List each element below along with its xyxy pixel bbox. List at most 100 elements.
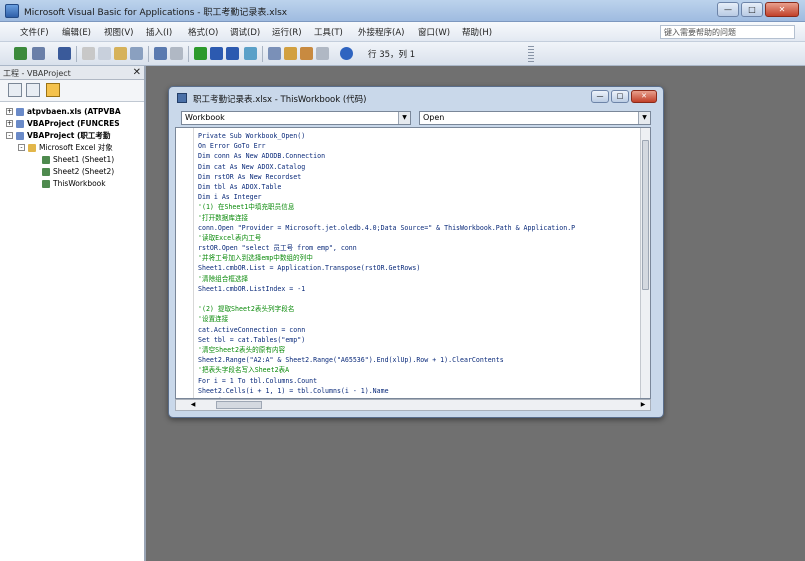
code-line[interactable]: Sheet2.Range("A2:A" & Sheet2.Range("A655… <box>198 355 646 365</box>
code-line[interactable]: Dim rstOR As New Recordset <box>198 172 646 182</box>
vba-project-icon <box>16 132 24 140</box>
code-line[interactable]: Sheet2.Cells(i + 1, 1) = tbl.Columns(i -… <box>198 386 646 396</box>
expand-icon[interactable]: + <box>6 108 13 115</box>
menu-format[interactable]: 格式(O) <box>188 26 218 38</box>
tree-item-sheet1[interactable]: Sheet1 (Sheet1) <box>0 154 144 166</box>
tree-item-workbook-project[interactable]: - VBAProject (职工考勤 <box>0 130 144 142</box>
code-margin[interactable] <box>176 128 194 398</box>
code-line[interactable]: Set tbl = cat.Tables("emp") <box>198 335 646 345</box>
project-panel-toolbar <box>0 80 144 102</box>
menu-view[interactable]: 视图(V) <box>104 26 133 38</box>
excel-view-icon[interactable] <box>14 47 27 60</box>
run-icon[interactable] <box>194 47 207 60</box>
dropdown-arrow-icon[interactable]: ▼ <box>638 112 650 124</box>
code-line[interactable]: Private Sub Workbook_Open() <box>198 131 646 141</box>
undo-icon[interactable] <box>154 47 167 60</box>
paste-icon[interactable] <box>114 47 127 60</box>
project-explorer-icon[interactable] <box>268 47 281 60</box>
code-line[interactable]: rstOR.Open "select 员工号 from emp", conn <box>198 243 646 253</box>
horizontal-scroll-thumb[interactable] <box>216 401 262 409</box>
code-line[interactable]: Sheet1.cmbOR.List = Application.Transpos… <box>198 263 646 273</box>
menu-debug[interactable]: 调试(D) <box>230 26 260 38</box>
collapse-icon[interactable]: - <box>18 144 25 151</box>
code-line[interactable]: For i = 1 To tbl.Columns.Count <box>198 376 646 386</box>
maximize-button[interactable]: □ <box>741 2 763 17</box>
expand-icon[interactable]: + <box>6 120 13 127</box>
code-window-title-bar[interactable]: 职工考勤记录表.xlsx - ThisWorkbook (代码) — □ ✕ <box>169 87 663 109</box>
vertical-scrollbar[interactable] <box>640 128 650 398</box>
menu-run[interactable]: 运行(R) <box>272 26 302 38</box>
code-line[interactable]: Dim tbl As ADOX.Table <box>198 182 646 192</box>
insert-module-icon[interactable] <box>32 47 45 60</box>
help-icon[interactable] <box>340 47 353 60</box>
object-dropdown[interactable]: Workbook ▼ <box>181 111 411 125</box>
menu-edit[interactable]: 编辑(E) <box>62 26 91 38</box>
code-line[interactable]: '清除组合框选择 <box>198 274 646 284</box>
reset-icon[interactable] <box>226 47 239 60</box>
save-icon[interactable] <box>58 47 71 60</box>
copy-icon[interactable] <box>98 47 111 60</box>
minimize-button[interactable]: — <box>717 2 739 17</box>
project-panel-close-button[interactable]: ✕ <box>133 67 141 78</box>
code-line[interactable]: conn.Open "Provider = Microsoft.jet.oled… <box>198 223 646 233</box>
menu-tools[interactable]: 工具(T) <box>314 26 343 38</box>
code-line[interactable]: '清空Sheet2表头的原有内容 <box>198 345 646 355</box>
code-line[interactable]: Dim conn As New ADODB.Connection <box>198 151 646 161</box>
help-search-input[interactable]: 键入需要帮助的问题 <box>660 25 795 39</box>
pause-icon[interactable] <box>210 47 223 60</box>
toggle-folders-icon[interactable] <box>46 83 60 97</box>
tree-item-funcres[interactable]: + VBAProject (FUNCRES <box>0 118 144 130</box>
toolbar-grip[interactable] <box>528 46 534 62</box>
toolbox-icon[interactable] <box>316 47 329 60</box>
worksheet-icon <box>42 156 50 164</box>
cut-icon[interactable] <box>82 47 95 60</box>
code-line[interactable]: '(2) 提取Sheet2表头列字段名 <box>198 304 646 314</box>
tree-item-thisworkbook[interactable]: ThisWorkbook <box>0 178 144 190</box>
horizontal-scrollbar[interactable]: ◀ ▶ <box>175 399 651 411</box>
procedure-dropdown[interactable]: Open ▼ <box>419 111 651 125</box>
project-tree: + atpvbaen.xls (ATPVBA + VBAProject (FUN… <box>0 102 144 190</box>
vertical-scroll-thumb[interactable] <box>642 140 649 290</box>
code-line[interactable]: '(1) 在Sheet1中填充职员信息 <box>198 202 646 212</box>
collapse-icon[interactable]: - <box>6 132 13 139</box>
menu-window[interactable]: 窗口(W) <box>418 26 450 38</box>
menu-addins[interactable]: 外接程序(A) <box>358 26 404 38</box>
tree-item-excel-objects[interactable]: - Microsoft Excel 对象 <box>0 142 144 154</box>
tree-item-atpvbaen[interactable]: + atpvbaen.xls (ATPVBA <box>0 106 144 118</box>
find-icon[interactable] <box>130 47 143 60</box>
project-panel-header: 工程 - VBAProject ✕ <box>0 66 144 80</box>
code-close-button[interactable]: ✕ <box>631 90 657 103</box>
toolbar-separator <box>76 46 77 62</box>
menu-file[interactable]: 文件(F) <box>20 26 49 38</box>
project-panel-title: 工程 - VBAProject <box>3 69 71 78</box>
close-button[interactable]: ✕ <box>765 2 799 17</box>
code-line[interactable]: On Error GoTo Err <box>198 141 646 151</box>
code-editor[interactable]: Private Sub Workbook_Open() On Error GoT… <box>175 127 651 399</box>
code-line[interactable] <box>198 294 646 304</box>
code-line[interactable]: Dim i As Integer <box>198 192 646 202</box>
code-line[interactable]: '设置连接 <box>198 314 646 324</box>
procedure-dropdown-value: Open <box>423 113 445 122</box>
code-minimize-button[interactable]: — <box>591 90 609 103</box>
code-line[interactable]: '读取Excel表内工号 <box>198 233 646 243</box>
code-line[interactable]: Dim cat As New ADOX.Catalog <box>198 162 646 172</box>
code-maximize-button[interactable]: □ <box>611 90 629 103</box>
toolbar-separator <box>148 46 149 62</box>
scroll-right-icon[interactable]: ▶ <box>638 400 648 410</box>
code-line[interactable]: Sheet1.cmbOR.ListIndex = -1 <box>198 284 646 294</box>
object-browser-icon[interactable] <box>300 47 313 60</box>
code-line[interactable]: '打开数据库连接 <box>198 213 646 223</box>
scroll-left-icon[interactable]: ◀ <box>188 400 198 410</box>
view-object-icon[interactable] <box>26 83 40 97</box>
redo-icon[interactable] <box>170 47 183 60</box>
code-line[interactable]: '把表头字段名写入Sheet2表A <box>198 365 646 375</box>
menu-help[interactable]: 帮助(H) <box>462 26 492 38</box>
code-line[interactable]: cat.ActiveConnection = conn <box>198 325 646 335</box>
dropdown-arrow-icon[interactable]: ▼ <box>398 112 410 124</box>
code-line[interactable]: '并将工号加入到选择emp中数组的列中 <box>198 253 646 263</box>
view-code-icon[interactable] <box>8 83 22 97</box>
menu-insert[interactable]: 插入(I) <box>146 26 172 38</box>
design-mode-icon[interactable] <box>244 47 257 60</box>
tree-item-sheet2[interactable]: Sheet2 (Sheet2) <box>0 166 144 178</box>
properties-window-icon[interactable] <box>284 47 297 60</box>
